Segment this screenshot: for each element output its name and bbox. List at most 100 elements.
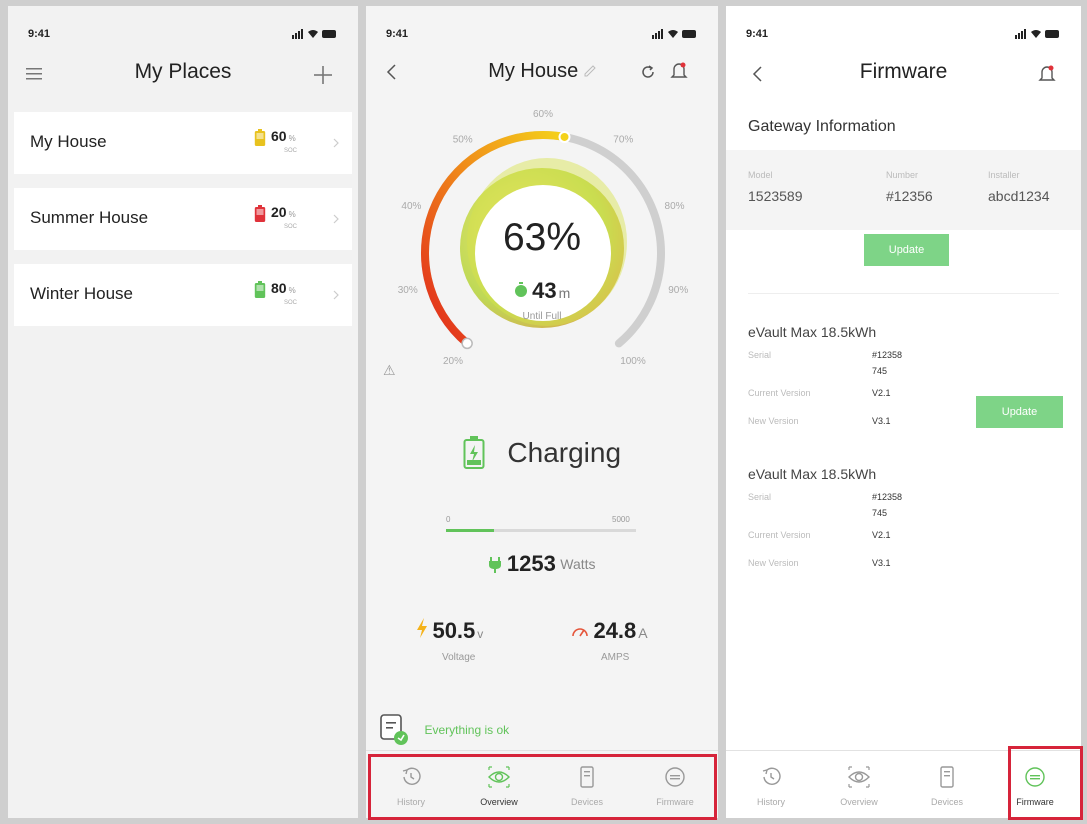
house-name: My House: [488, 60, 579, 82]
place-soc-label: SOC: [284, 224, 298, 230]
gateway-update-button[interactable]: Update: [864, 234, 949, 266]
tab-history[interactable]: History: [736, 751, 806, 818]
gauge-knob: [558, 130, 571, 143]
overview-eye-icon: [848, 766, 870, 788]
charging-label: Charging: [507, 437, 622, 468]
number-label: Number: [886, 170, 919, 180]
power-max: 5000: [612, 515, 630, 524]
page-title: My House: [366, 60, 718, 83]
watts-value: 1253: [506, 551, 556, 576]
place-row[interactable]: My House 60% SOC: [14, 112, 352, 174]
bell-icon[interactable]: [1038, 64, 1056, 84]
place-percent-unit: %: [288, 210, 296, 219]
devices-icon: [940, 766, 954, 788]
serial-value: #12358: [872, 492, 903, 502]
gauge-tick-label: 50%: [453, 134, 473, 145]
tab-label: History: [756, 797, 785, 807]
refresh-icon[interactable]: [640, 64, 656, 80]
tab-label: Devices: [930, 797, 963, 807]
bolt-icon: [417, 618, 427, 638]
navbar: Firmware: [726, 54, 1081, 94]
house-overview-screen: 9:41 My House 20% 30% 40% 50% 60% 70% 80…: [366, 6, 718, 818]
serial-value-cont: 745: [872, 508, 888, 518]
serial-value: #12358: [872, 350, 903, 360]
page-title: Firmware: [859, 60, 948, 83]
place-percent-unit: %: [288, 134, 296, 143]
battery-icon: [254, 205, 266, 222]
chevron-right-icon: [333, 138, 339, 148]
new-version-value: V3.1: [872, 558, 891, 568]
installer-label: Installer: [988, 170, 1020, 180]
amps-value: 24.8: [593, 618, 637, 643]
edit-icon[interactable]: [584, 65, 596, 77]
report-ok-icon: [380, 714, 408, 745]
navbar: My House: [366, 54, 718, 94]
bell-icon[interactable]: [670, 61, 688, 81]
serial-label: Serial: [748, 492, 772, 502]
status-time: 9:41: [28, 28, 51, 40]
place-percent: 20: [271, 204, 287, 220]
place-name: Summer House: [30, 208, 149, 227]
device-name: eVault Max 18.5kWh: [748, 466, 877, 482]
amps-readout: 24.8 A AMPS: [571, 618, 648, 663]
power-min: 0: [446, 515, 451, 524]
battery-icon: [254, 281, 266, 298]
add-icon[interactable]: [314, 66, 332, 84]
place-percent: 80: [271, 280, 287, 296]
device-name: eVault Max 18.5kWh: [748, 324, 877, 340]
new-version-value: V3.1: [872, 416, 891, 426]
signal-wifi-battery-icon: [292, 29, 336, 39]
charge-percent: 63%: [502, 216, 582, 259]
battery-icon: [254, 129, 266, 146]
place-name: My House: [30, 132, 107, 151]
installer-value: abcd1234: [988, 188, 1050, 204]
tab-bar-highlight: [368, 754, 717, 820]
current-version-label: Current Version: [748, 530, 811, 540]
serial-value-cont: 745: [872, 366, 888, 376]
model-label: Model: [748, 170, 773, 180]
amps-unit: A: [638, 625, 648, 641]
place-percent-unit: %: [288, 286, 296, 295]
firmware-tab-highlight: [1008, 746, 1083, 820]
gateway-info: Model 1523589 Number #12356 Installer ab…: [726, 150, 1081, 230]
place-percent: 60: [271, 128, 287, 144]
watts-readout: 1253 Watts: [366, 551, 718, 577]
number-value: #12356: [886, 188, 933, 204]
minutes-value: 43: [532, 278, 557, 303]
device-update-button[interactable]: Update: [976, 396, 1063, 428]
status-bar: 9:41: [366, 28, 718, 42]
voltage-unit: v: [477, 627, 484, 641]
tab-overview[interactable]: Overview: [824, 751, 894, 818]
power-bar: [446, 529, 636, 532]
tab-devices[interactable]: Devices: [912, 751, 982, 818]
place-name: Winter House: [30, 284, 133, 303]
place-row[interactable]: Summer House 20% SOC: [14, 188, 352, 250]
voltage-label: Voltage: [442, 652, 476, 663]
new-version-label: New Version: [748, 416, 799, 426]
gauge-tick-label: 40%: [401, 201, 421, 212]
gauge-tick-label: 60%: [533, 109, 553, 120]
current-version-value: V2.1: [872, 388, 891, 398]
chevron-right-icon: [333, 214, 339, 224]
signal-wifi-battery-icon: [652, 29, 696, 39]
gauge-tick-label: 80%: [665, 201, 685, 212]
minutes-unit: m: [558, 285, 571, 301]
watts-unit: Watts: [560, 556, 596, 572]
voltage-readout: 50.5 v Voltage: [416, 618, 483, 663]
status-bar: 9:41: [8, 28, 358, 42]
place-soc-label: SOC: [284, 300, 298, 306]
status-time: 9:41: [386, 28, 409, 40]
serial-label: Serial: [748, 350, 772, 360]
gauge-tick-label: 100%: [620, 356, 646, 367]
place-row[interactable]: Winter House 80% SOC: [14, 264, 352, 326]
section-title: Gateway Information: [748, 118, 896, 135]
chevron-right-icon: [333, 290, 339, 300]
my-places-screen: 9:41 My Places My House 60% SOC Summer Hous…: [8, 6, 358, 818]
model-value: 1523589: [748, 188, 803, 204]
status-message-text: Everything is ok: [424, 723, 510, 737]
place-soc-label: SOC: [284, 148, 298, 154]
time-to-full: 43 m: [366, 278, 718, 304]
battery-charging-icon: [463, 436, 485, 469]
timer-icon: [514, 282, 527, 297]
plug-icon: [489, 557, 502, 573]
